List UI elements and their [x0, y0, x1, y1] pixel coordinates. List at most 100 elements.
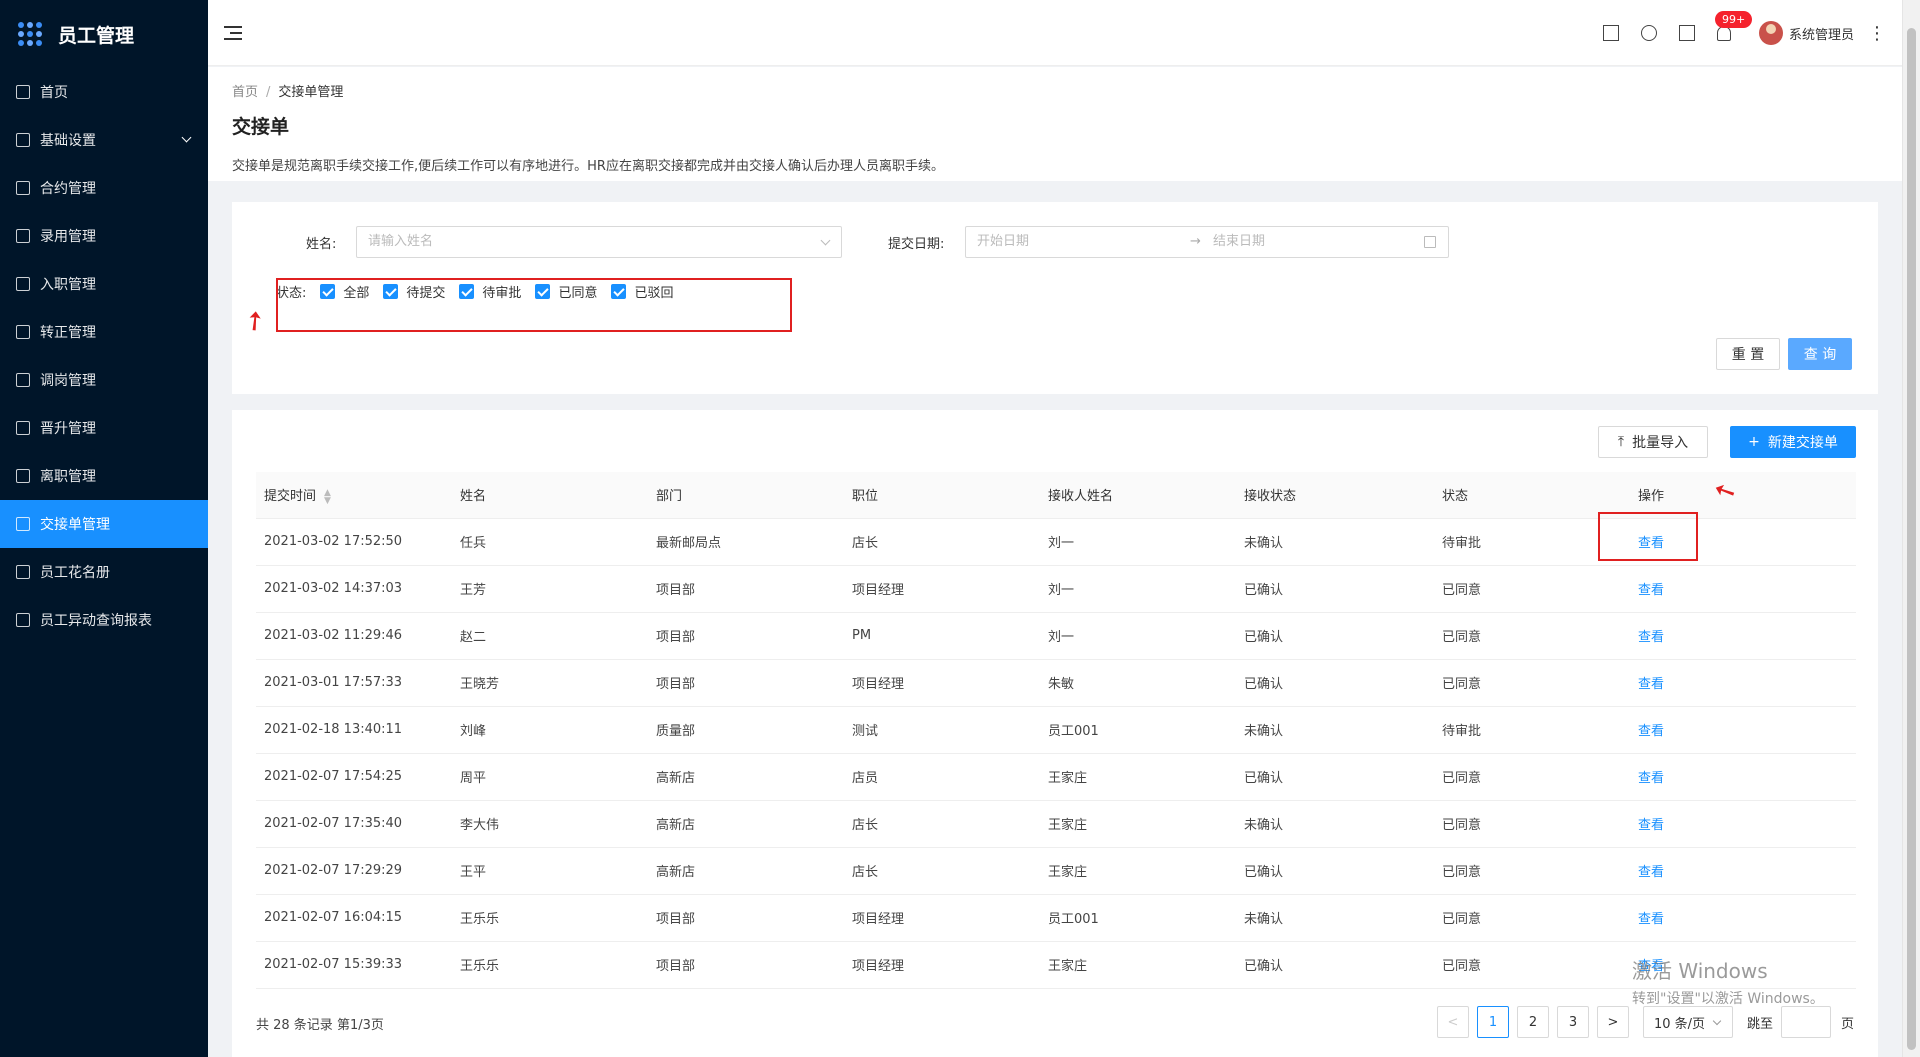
table-cell: 项目部 — [648, 565, 844, 613]
table-cell: 王晓芳 — [452, 659, 648, 707]
filter-panel: 姓名: 请输入姓名 提交日期: 开始日期 → 结束日期 状态: 全部 待提交 待… — [232, 202, 1878, 394]
table-cell: 2021-03-02 11:29:46 — [256, 612, 452, 660]
table-cell: 店长 — [844, 518, 1040, 566]
sidebar: 员工管理 首页 基础设置 合约管理 录用管理 入职管理 转正管理 调岗管理 晋升… — [0, 0, 208, 1057]
user-icon — [16, 373, 30, 387]
sidebar-item-label: 晋升管理 — [40, 421, 96, 437]
table-cell: 项目经理 — [844, 565, 1040, 613]
table-cell: 店员 — [844, 753, 1040, 801]
upload-icon: ⤒ — [1617, 434, 1625, 450]
sidebar-item-change-report[interactable]: 员工异动查询报表 — [0, 596, 208, 644]
table-row: 2021-02-07 17:35:40 李大伟 高新店 店长 王家庄 未确认 已同意 查看 — [256, 800, 1856, 848]
table-cell: 2021-02-07 17:35:40 — [256, 800, 452, 848]
page-size-select[interactable]: 10 条/页 — [1642, 1006, 1733, 1038]
table-row: 2021-02-07 15:39:33 王乐乐 项目部 项目经理 王家庄 已确认 已同意 查看 — [256, 941, 1856, 989]
sidebar-item-roster[interactable]: 员工花名册 — [0, 548, 208, 596]
table-cell: 项目部 — [648, 659, 844, 707]
reset-button[interactable]: 重 置 — [1716, 338, 1780, 370]
table-cell: 最新邮局点 — [648, 518, 844, 566]
view-link[interactable]: 查看 — [1630, 612, 1856, 660]
view-link[interactable]: 查看 — [1630, 941, 1856, 989]
table-cell: 项目经理 — [844, 659, 1040, 707]
date-range-picker[interactable]: 开始日期 → 结束日期 — [965, 226, 1449, 258]
list-icon — [16, 565, 30, 579]
avatar[interactable] — [1758, 21, 1783, 45]
page-button-1[interactable]: 1 — [1476, 1006, 1509, 1038]
view-link[interactable]: 查看 — [1630, 894, 1856, 942]
scrollbar-thumb[interactable] — [1907, 28, 1916, 1050]
page-size-value: 10 条/页 — [1653, 1016, 1706, 1032]
sort-icon[interactable]: ▲ ▼ — [324, 488, 331, 505]
plus-icon: + — [1748, 434, 1760, 450]
sidebar-item-contracts[interactable]: 合约管理 — [0, 164, 208, 212]
pagination-summary: 共 28 条记录 第1/3页 — [256, 1018, 384, 1033]
sidebar-item-resignation[interactable]: 离职管理 — [0, 452, 208, 500]
sidebar-item-label: 转正管理 — [40, 325, 96, 341]
sidebar-item-basic-settings[interactable]: 基础设置 — [0, 116, 208, 164]
more-vertical-icon[interactable]: ⋮ — [1868, 23, 1886, 44]
column-header-position: 职位 — [844, 472, 1040, 519]
table-cell: 周平 — [452, 753, 648, 801]
column-header-label: 提交时间 — [264, 489, 317, 504]
annotation-arrow-icon: ➚ — [236, 302, 273, 340]
apps-icon[interactable] — [1678, 25, 1695, 41]
table-cell: 已同意 — [1434, 894, 1630, 942]
sidebar-item-handover[interactable]: 交接单管理 — [0, 500, 208, 548]
table-row: 2021-02-07 17:54:25 周平 高新店 店员 王家庄 已确认 已同意 查看 — [256, 753, 1856, 801]
sidebar-item-label: 调岗管理 — [40, 373, 96, 389]
table-cell: 项目部 — [648, 894, 844, 942]
annotation-box-view — [1598, 512, 1698, 561]
table-cell: 已确认 — [1236, 753, 1434, 801]
sidebar-item-transfer[interactable]: 调岗管理 — [0, 356, 208, 404]
query-button[interactable]: 查 询 — [1788, 338, 1852, 370]
breadcrumb: 首页 / 交接单管理 — [232, 81, 1878, 100]
page-button-3[interactable]: 3 — [1556, 1006, 1589, 1038]
table-cell: PM — [844, 612, 1040, 660]
sidebar-item-label: 录用管理 — [40, 229, 96, 245]
home-icon[interactable] — [1602, 25, 1619, 41]
arrow-right-icon: → — [1190, 234, 1201, 249]
table-cell: 2021-02-07 16:04:15 — [256, 894, 452, 942]
create-handover-button[interactable]: + 新建交接单 — [1730, 426, 1856, 458]
table-cell: 已确认 — [1236, 941, 1434, 989]
help-icon[interactable] — [1640, 25, 1657, 41]
table-cell: 2021-03-01 17:57:33 — [256, 659, 452, 707]
mail-icon — [16, 133, 30, 147]
view-link[interactable]: 查看 — [1630, 753, 1856, 801]
column-header-submit-time[interactable]: 提交时间 ▲ ▼ — [256, 472, 452, 519]
view-link[interactable]: 查看 — [1630, 659, 1856, 707]
view-link[interactable]: 查看 — [1630, 706, 1856, 754]
table-cell: 未确认 — [1236, 800, 1434, 848]
table-body: 2021-03-02 17:52:50 任兵 最新邮局点 店长 刘一 未确认 待审批 查看 20… — [256, 518, 1856, 989]
username[interactable]: 系统管理员 — [1789, 24, 1854, 43]
sidebar-item-home[interactable]: 首页 — [0, 68, 208, 116]
prev-page-button[interactable]: < — [1436, 1006, 1469, 1038]
app-logo: 员工管理 — [0, 0, 208, 68]
view-link[interactable]: 查看 — [1630, 800, 1856, 848]
next-page-button[interactable]: > — [1596, 1006, 1629, 1038]
batch-import-button[interactable]: ⤒ 批量导入 — [1598, 426, 1708, 458]
sidebar-item-regularization[interactable]: 转正管理 — [0, 308, 208, 356]
breadcrumb-home[interactable]: 首页 — [232, 85, 258, 100]
sidebar-item-hiring[interactable]: 录用管理 — [0, 212, 208, 260]
page-button-2[interactable]: 2 — [1516, 1006, 1549, 1038]
table-cell: 王平 — [452, 847, 648, 895]
table-cell: 2021-02-07 17:54:25 — [256, 753, 452, 801]
table-cell: 项目经理 — [844, 941, 1040, 989]
name-filter-input[interactable]: 请输入姓名 — [356, 226, 842, 258]
jump-page-input[interactable] — [1780, 1006, 1831, 1038]
view-link[interactable]: 查看 — [1630, 565, 1856, 613]
sidebar-item-onboarding[interactable]: 入职管理 — [0, 260, 208, 308]
table-cell: 已同意 — [1434, 941, 1630, 989]
table-cell: 已同意 — [1434, 659, 1630, 707]
scrollbar[interactable] — [1902, 0, 1920, 1057]
sidebar-item-promotion[interactable]: 晋升管理 — [0, 404, 208, 452]
page-title: 交接单 — [232, 116, 290, 138]
table-cell: 王家庄 — [1040, 847, 1236, 895]
table-cell: 2021-03-02 17:52:50 — [256, 518, 452, 566]
bell-icon[interactable]: 99+ — [1714, 10, 1753, 41]
menu-collapse-icon[interactable] — [224, 26, 242, 40]
table-cell: 已同意 — [1434, 612, 1630, 660]
table-cell: 王芳 — [452, 565, 648, 613]
view-link[interactable]: 查看 — [1630, 847, 1856, 895]
